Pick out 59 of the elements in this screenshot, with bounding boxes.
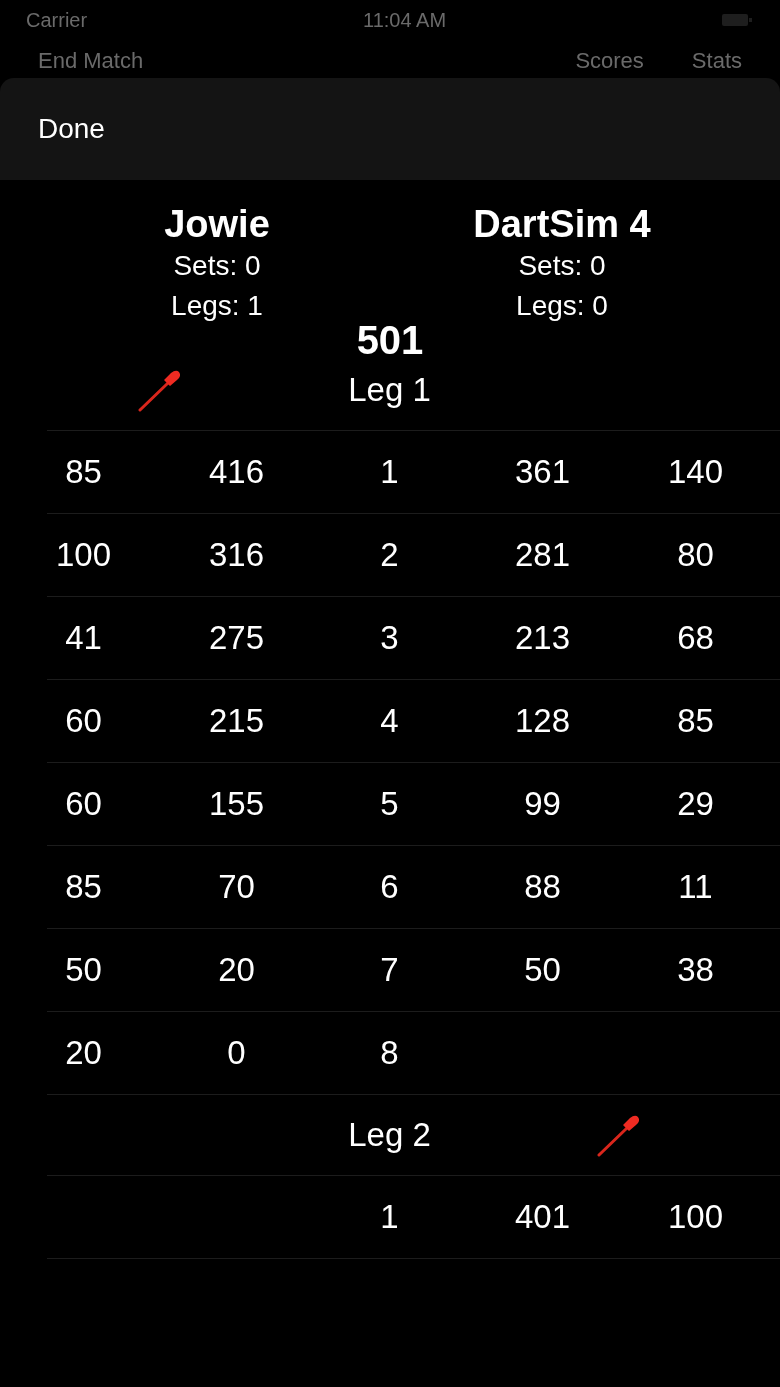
score-cell: 140 [667,453,724,490]
score-cell: 100 [55,536,112,573]
dart-icon [597,1113,641,1157]
carrier-label: Carrier [26,8,89,33]
score-cell: 29 [677,785,714,822]
score-cell: 99 [524,785,561,822]
nav-link-text[interactable]: Stats [691,40,742,80]
score-cell: 85 [65,453,102,490]
end-match-link[interactable]: End Match [38,40,144,80]
status-time: 11:04 AM [363,8,447,33]
score-cell: 50 [65,951,102,988]
legs-count: Legs: 0 [515,289,609,324]
score-cell: 70 [218,868,255,905]
dart-icon [138,368,182,412]
score-cell: 316 [208,536,265,573]
score-cell: 275 [208,619,265,656]
dart-round: 6 [380,868,399,905]
score-cell: 60 [65,785,102,822]
dart-round: 1 [380,1198,399,1235]
legs-count: Legs: 1 [170,289,264,324]
leg-title: Leg 1 [348,370,431,411]
score-cell: 60 [65,702,102,739]
dart-round: 3 [380,619,399,656]
game-mode: 501 [355,317,425,364]
score-cell: 401 [514,1198,571,1235]
score-cell: 38 [677,951,714,988]
score-cell: 88 [524,868,561,905]
sets-count: Sets: 0 [172,248,262,283]
nav-link-text[interactable]: Scores [575,40,644,80]
score-cell: 41 [65,619,102,656]
score-cell: 20 [218,951,255,988]
score-cell: 11 [678,868,713,905]
player-name: DartSim 4 [472,204,652,246]
score-cell: 85 [677,702,714,739]
score-cell: 68 [677,619,714,656]
dart-round: 1 [380,453,399,490]
score-cell: 215 [208,702,265,739]
dart-round: 8 [380,1034,399,1071]
done-button[interactable]: Done [38,108,105,150]
score-cell: 361 [514,453,571,490]
score-cell: 50 [524,951,561,988]
dart-round: 5 [380,785,399,822]
score-cell: 100 [667,1198,724,1235]
score-cell: 128 [514,702,571,739]
sets-count: Sets: 0 [517,248,607,283]
dart-round: 2 [380,536,399,573]
score-cell: 416 [208,453,265,490]
player-name: Jowie [163,204,271,246]
score-cell: 0 [227,1034,246,1071]
dart-round: 4 [380,702,399,739]
score-cell: 213 [514,619,571,656]
score-cell: 281 [514,536,571,573]
leg-title: Leg 2 [348,1115,431,1156]
score-cell: 155 [208,785,265,822]
dart-round: 7 [380,951,399,988]
score-cell: 85 [65,868,102,905]
score-cell: 80 [677,536,714,573]
score-cell: 20 [65,1034,102,1071]
battery-icon [722,12,754,28]
